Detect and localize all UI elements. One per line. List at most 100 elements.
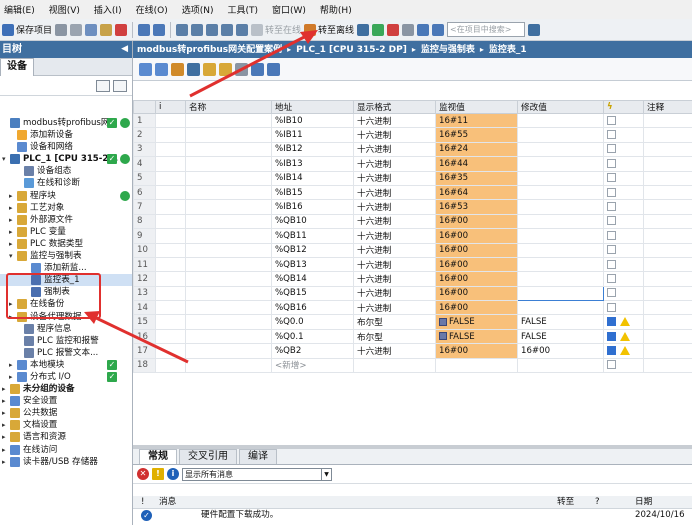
comment-cell[interactable]	[643, 343, 692, 359]
message-row[interactable]: ✓ 硬件配置下载成功。 2024/10/16	[133, 509, 692, 522]
address-cell[interactable]: %IB13	[271, 156, 354, 172]
table-row[interactable]: 17 %QB2 十六进制 16#00 16#00	[133, 343, 692, 359]
inspector-tab[interactable]: 编译	[239, 449, 277, 464]
tree-item[interactable]: ▸ 语言和资源	[0, 431, 132, 443]
tree-item[interactable]: PLC 监控和报警	[0, 335, 132, 347]
modify-value-cell[interactable]	[517, 199, 604, 215]
comment-cell[interactable]	[643, 170, 692, 186]
format-cell[interactable]: 十六进制	[353, 127, 436, 143]
modify-checkbox[interactable]	[607, 216, 616, 226]
table-row[interactable]: 3 %IB12 十六进制 16#24	[133, 141, 692, 158]
tree-item[interactable]: modbus转profibus网... ✓	[0, 117, 132, 129]
name-cell[interactable]	[185, 285, 272, 302]
modify-checkbox[interactable]	[607, 273, 616, 283]
devices-tab[interactable]: 设备	[0, 58, 34, 76]
address-cell[interactable]: %QB12	[271, 242, 354, 258]
name-cell[interactable]	[185, 300, 272, 316]
tree-item[interactable]: ▸ 在线访问	[0, 444, 132, 456]
comment-cell[interactable]	[643, 156, 692, 172]
name-cell[interactable]	[185, 213, 272, 230]
tree-item[interactable]: 设备组态	[0, 165, 132, 177]
comment-cell[interactable]	[643, 285, 692, 302]
modify-flag-cell[interactable]	[603, 156, 644, 172]
modify-flag-cell[interactable]	[603, 127, 644, 143]
table-row[interactable]: 12 %QB14 十六进制 16#00	[133, 271, 692, 287]
name-cell[interactable]	[185, 256, 272, 273]
accessible-devices-icon[interactable]	[357, 23, 370, 36]
expand-toggle-icon[interactable]: ▾	[2, 153, 6, 165]
start-cpu-icon[interactable]	[372, 23, 385, 36]
menu-item-1[interactable]: 视图(V)	[49, 3, 80, 16]
modify-flag-cell[interactable]	[603, 256, 644, 273]
expand-toggle-icon[interactable]: ▸	[9, 226, 13, 238]
format-cell[interactable]: 十六进制	[353, 141, 436, 158]
table-row[interactable]: 14 %QB16 十六进制 16#00	[133, 300, 692, 316]
address-cell[interactable]: %Q0.0	[271, 314, 354, 330]
modify-value-cell[interactable]	[517, 170, 604, 186]
name-cell[interactable]	[185, 228, 272, 244]
tree-item[interactable]: ▸ PLC 变量	[0, 226, 132, 238]
modify-flag-cell[interactable]	[603, 343, 644, 359]
cross-reference-icon[interactable]	[402, 23, 415, 36]
tree-item[interactable]: ▾ 监控与强制表	[0, 250, 132, 262]
comment-cell[interactable]	[643, 328, 692, 345]
name-cell[interactable]	[185, 314, 272, 330]
address-cell[interactable]: %QB2	[271, 343, 354, 359]
table-row[interactable]: 15 %Q0.0 布尔型 FALSE FALSE	[133, 314, 692, 330]
modify-now-icon[interactable]	[171, 62, 184, 76]
modify-checkbox[interactable]	[607, 230, 616, 240]
modify-flag-cell[interactable]	[603, 314, 644, 330]
modify-value-cell[interactable]	[517, 112, 604, 129]
save-project-button[interactable]: 保存项目	[2, 23, 52, 36]
comment-cell[interactable]	[643, 256, 692, 273]
format-cell[interactable]: 十六进制	[353, 256, 436, 273]
menu-item-6[interactable]: 窗口(W)	[272, 3, 306, 16]
table-row[interactable]: 11 %QB13 十六进制 16#00	[133, 256, 692, 273]
breadcrumb-item[interactable]: PLC_1 [CPU 315-2 DP]	[296, 45, 407, 55]
device-icon[interactable]	[236, 23, 249, 36]
expand-toggle-icon[interactable]: ▸	[2, 444, 6, 456]
modify-checkbox[interactable]	[607, 158, 616, 168]
tree-item[interactable]: ▸ 文档设置	[0, 419, 132, 431]
tree-view-icon[interactable]	[113, 80, 127, 92]
modify-checkbox[interactable]	[607, 288, 616, 298]
project-search-input[interactable]: <在项目中搜索>	[447, 22, 526, 37]
comment-cell[interactable]	[643, 141, 692, 158]
insert-row-icon[interactable]	[139, 62, 152, 76]
modify-value-cell[interactable]	[517, 184, 604, 201]
format-cell[interactable]: 十六进制	[353, 213, 436, 230]
format-cell[interactable]: 十六进制	[353, 300, 436, 316]
add-row-icon[interactable]	[155, 62, 168, 76]
address-cell[interactable]: %QB15	[271, 285, 354, 302]
comment-cell[interactable]	[643, 127, 692, 143]
modify-checkbox[interactable]	[607, 115, 616, 125]
format-cell[interactable]: 十六进制	[353, 271, 436, 287]
menu-item-7[interactable]: 帮助(H)	[320, 3, 352, 16]
breadcrumb-item[interactable]: 监控与强制表	[421, 45, 475, 55]
modify-checkbox[interactable]	[607, 259, 616, 269]
tree-item[interactable]: PLC 报警文本...	[0, 347, 132, 359]
expand-toggle-icon[interactable]: ▸	[2, 407, 6, 419]
modify-flag-cell[interactable]	[603, 285, 644, 302]
comment-cell[interactable]	[643, 242, 692, 258]
modify-flag-cell[interactable]	[603, 199, 644, 215]
expand-toggle-icon[interactable]: ▸	[9, 190, 13, 202]
menu-item-3[interactable]: 在线(O)	[136, 3, 168, 16]
modify-checkbox[interactable]	[607, 130, 616, 140]
name-cell[interactable]	[185, 127, 272, 143]
expand-toggle-icon[interactable]: ▸	[9, 238, 13, 250]
menu-item-5[interactable]: 工具(T)	[227, 3, 258, 16]
address-cell[interactable]: %QB13	[271, 256, 354, 273]
view-toggle-icon[interactable]	[96, 80, 110, 92]
tree-item[interactable]: ▸ 未分组的设备	[0, 383, 132, 395]
inspector-tab[interactable]: 交叉引用	[179, 449, 237, 464]
comment-cell[interactable]	[643, 300, 692, 316]
modify-value-cell[interactable]	[517, 228, 604, 244]
monitor-once-icon[interactable]	[235, 62, 248, 76]
inspector-tab[interactable]: 常规	[139, 449, 177, 464]
download-icon[interactable]	[191, 23, 204, 36]
address-cell[interactable]: %QB10	[271, 213, 354, 230]
modify-flag-cell[interactable]	[603, 184, 644, 201]
expand-toggle-icon[interactable]: ▸	[2, 383, 6, 395]
error-filter-icon[interactable]: ✕	[137, 468, 149, 480]
